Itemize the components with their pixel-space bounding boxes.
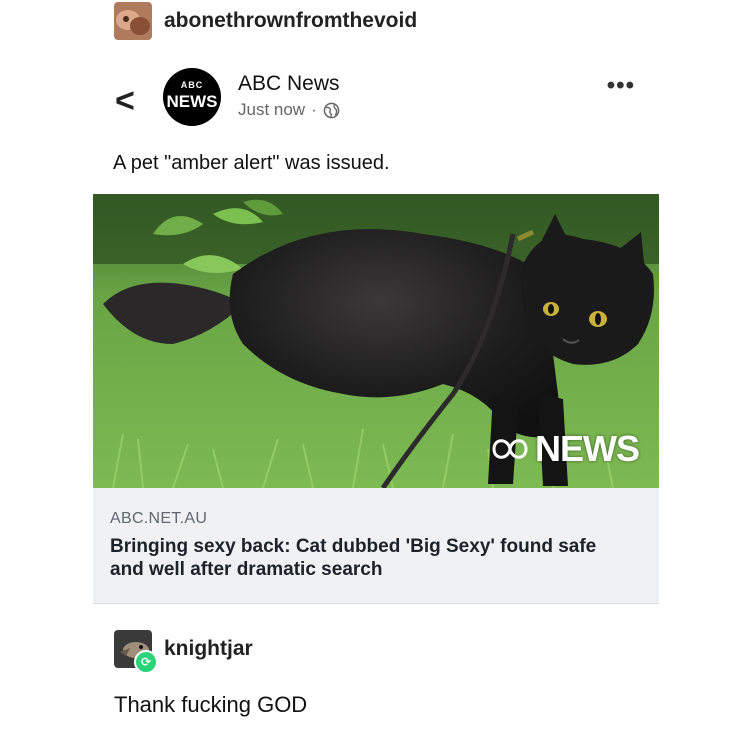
- abc-news-logo[interactable]: ABC NEWS: [163, 68, 221, 126]
- facebook-post-card: < ABC NEWS ABC News Just now · ••• A pet…: [93, 58, 659, 605]
- reblog-comment: Thank fucking GOD: [114, 692, 308, 717]
- op-username[interactable]: abonethrownfromthevoid: [164, 9, 417, 33]
- post-time: Just now: [238, 100, 306, 119]
- reblogger-avatar[interactable]: ⟳: [114, 630, 158, 674]
- reblogger-username[interactable]: knightjar: [164, 637, 253, 661]
- source-name[interactable]: ABC News: [238, 72, 340, 96]
- watermark-text: NEWS: [535, 428, 640, 469]
- ellipsis-icon[interactable]: •••: [607, 72, 635, 100]
- op-avatar[interactable]: [114, 2, 152, 40]
- meta-separator: ·: [311, 100, 317, 119]
- chevron-left-icon[interactable]: <: [115, 84, 135, 118]
- post-header: < ABC NEWS ABC News Just now · ••• A pet…: [93, 58, 659, 174]
- reblog-icon: ⟳: [134, 650, 158, 674]
- abc-news-watermark: NEWS: [491, 428, 640, 470]
- post-meta: Just now ·: [238, 100, 340, 120]
- globe-icon: [323, 102, 340, 118]
- op-header: abonethrownfromthevoid: [114, 2, 417, 40]
- link-preview-image[interactable]: NEWS: [93, 194, 659, 488]
- link-headline: Bringing sexy back: Cat dubbed 'Big Sexy…: [110, 536, 597, 580]
- abc-lissajous-icon: [492, 439, 528, 459]
- op-avatar-image: [114, 2, 152, 40]
- link-preview-caption[interactable]: ABC.NET.AU Bringing sexy back: Cat dubbe…: [93, 488, 659, 604]
- reblog-header: ⟳ knightjar: [114, 630, 253, 674]
- post-text: A pet "amber alert" was issued.: [113, 152, 390, 174]
- logo-abc-text: ABC: [180, 80, 204, 90]
- link-domain: ABC.NET.AU: [110, 510, 208, 527]
- logo-news-text: NEWS: [166, 92, 218, 111]
